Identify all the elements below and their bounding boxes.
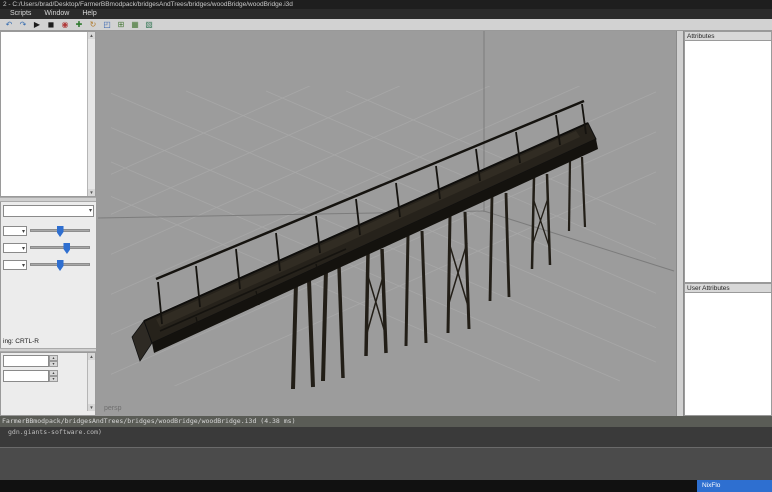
value-spinner: ▲ ▼: [3, 370, 93, 382]
play-icon[interactable]: ▶: [32, 20, 42, 30]
camera-label: persp: [104, 405, 122, 412]
snap-icon[interactable]: ◉: [60, 20, 70, 30]
chevron-down-icon: ▾: [22, 228, 25, 237]
brush-size-slider[interactable]: [30, 229, 90, 232]
scroll-up-icon[interactable]: ▲: [88, 32, 95, 39]
foliage-icon[interactable]: ▧: [144, 20, 154, 30]
console-line[interactable]: gdn.giants-software.com): [0, 427, 772, 438]
rotate-icon[interactable]: ↻: [88, 20, 98, 30]
brush-strength-slider[interactable]: [30, 246, 90, 249]
shortcut-hint: ing: CRTL-R: [3, 338, 39, 345]
slider-handle[interactable]: [57, 260, 64, 271]
undo-icon[interactable]: ↶: [4, 20, 14, 30]
value-panel-scrollbar[interactable]: ▲ ▼: [87, 353, 95, 411]
stop-icon[interactable]: ◼: [46, 20, 56, 30]
slider-handle[interactable]: [63, 243, 70, 254]
brush-slider-row: ▾: [3, 222, 94, 239]
chevron-down-icon: ▾: [22, 245, 25, 254]
window-title: 2 - C:/Users/brad/Desktop/FarmerBBmodpac…: [0, 0, 772, 9]
scale-icon[interactable]: ◰: [102, 20, 112, 30]
menu-item-window[interactable]: Window: [44, 9, 69, 19]
right-panel-column: Attributes User Attributes: [684, 31, 772, 416]
translate-icon[interactable]: ✚: [74, 20, 84, 30]
status-area: [0, 447, 772, 480]
brush-option-select[interactable]: ▾: [3, 243, 27, 253]
attributes-header: Attributes: [684, 31, 772, 41]
chevron-down-icon: ▾: [89, 207, 92, 216]
scroll-up-icon[interactable]: ▲: [88, 353, 95, 360]
brush-slider-row: ▾: [3, 256, 94, 273]
editor-window: 2 - C:/Users/brad/Desktop/FarmerBBmodpac…: [0, 0, 772, 492]
tool-mode-select[interactable]: ▾: [3, 205, 94, 217]
menu-item-scripts[interactable]: Scripts: [10, 9, 31, 19]
scroll-down-icon[interactable]: ▼: [88, 404, 95, 411]
console-line-selected[interactable]: FarmerBBmodpack/bridgesAndTrees/bridges/…: [0, 416, 772, 427]
value-panel: ▲ ▼ ▲ ▼ ▲ ▼: [0, 352, 96, 416]
slider-handle[interactable]: [57, 226, 64, 237]
bridge-model-render: [96, 31, 676, 416]
viewport-right-splitter[interactable]: [676, 31, 684, 416]
value-input[interactable]: [3, 370, 49, 382]
console-log[interactable]: FarmerBBmodpack/bridgesAndTrees/bridges/…: [0, 416, 772, 447]
value-spinner: ▲ ▼: [3, 355, 93, 367]
attributes-panel[interactable]: [684, 41, 772, 283]
tool-options-panel: ▾ ▾ ▾ ▾ ing: CRTL-R: [0, 202, 96, 348]
user-attributes-header: User Attributes: [684, 283, 772, 293]
viewport-3d[interactable]: persp: [96, 31, 676, 416]
brush-option-select[interactable]: ▾: [3, 260, 27, 270]
spin-down-icon[interactable]: ▼: [49, 361, 58, 367]
os-taskbar: NixFlo: [0, 480, 772, 492]
brush-slider-row: ▾: [3, 239, 94, 256]
taskbar-app-button[interactable]: NixFlo: [697, 480, 772, 492]
grid-icon[interactable]: ⊞: [116, 20, 126, 30]
toolbar: ↶ ↷ ▶ ◼ ◉ ✚ ↻ ◰ ⊞ ▦ ▧: [0, 19, 772, 31]
value-input[interactable]: [3, 355, 49, 367]
scenegraph-panel[interactable]: ▲ ▼: [0, 31, 96, 197]
terrain-icon[interactable]: ▦: [130, 20, 140, 30]
redo-icon[interactable]: ↷: [18, 20, 28, 30]
scroll-down-icon[interactable]: ▼: [88, 189, 95, 196]
brush-hardness-slider[interactable]: [30, 263, 90, 266]
chevron-down-icon: ▾: [22, 262, 25, 271]
scenegraph-scrollbar[interactable]: ▲ ▼: [87, 32, 95, 196]
menu-bar: Scripts Window Help: [0, 9, 772, 19]
brush-option-select[interactable]: ▾: [3, 226, 27, 236]
user-attributes-panel[interactable]: [684, 293, 772, 416]
spin-down-icon[interactable]: ▼: [49, 376, 58, 382]
menu-item-help[interactable]: Help: [82, 9, 96, 19]
